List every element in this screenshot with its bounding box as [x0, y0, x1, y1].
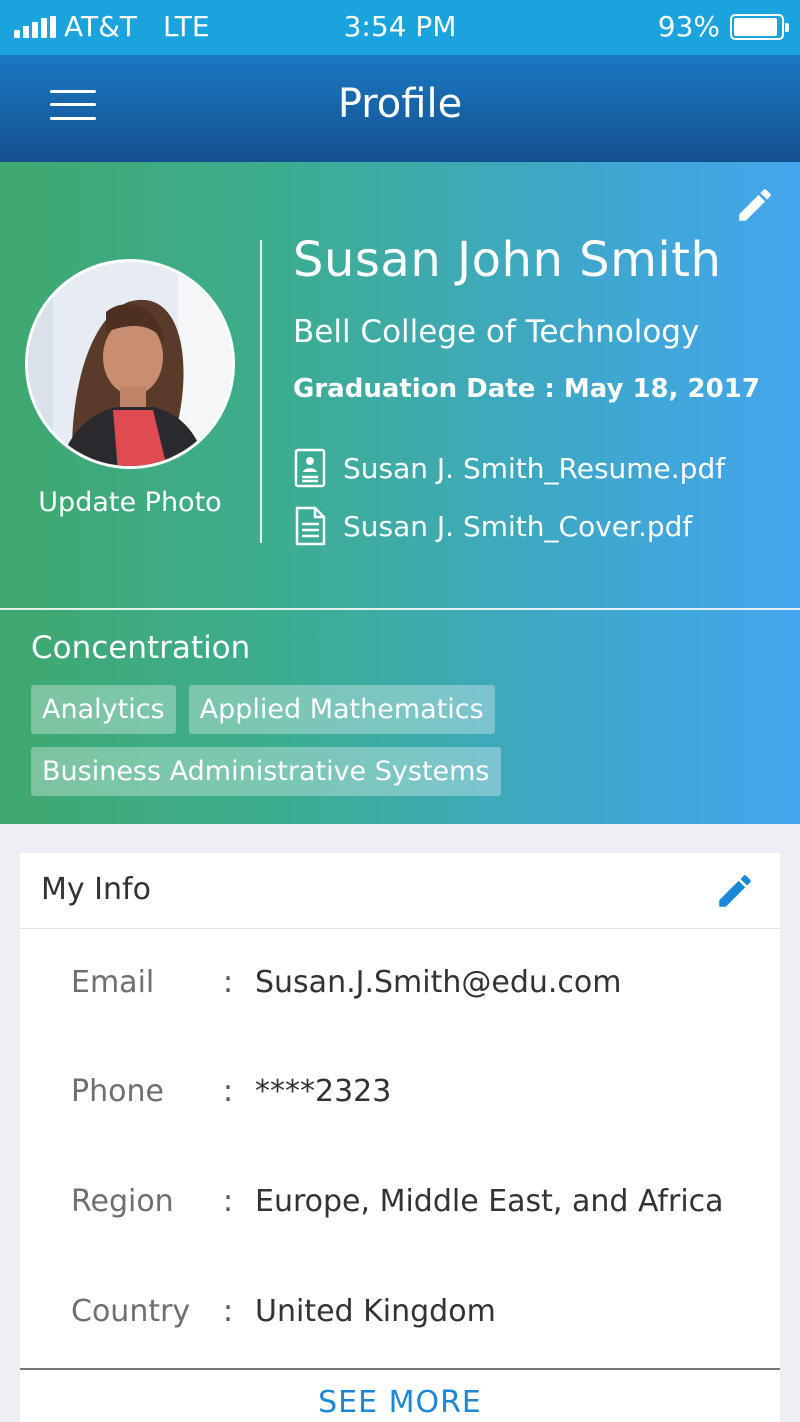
info-value: ****2323 [255, 1074, 392, 1109]
resume-file-link[interactable]: Susan J. Smith_Resume.pdf [293, 448, 725, 488]
nav-bar: Profile [0, 55, 800, 162]
resume-document-icon [294, 448, 326, 488]
battery-percent: 93% [657, 10, 720, 43]
info-value: Susan.J.Smith@edu.com [255, 965, 622, 1000]
status-bar: AT&T LTE 3:54 PM 93% [0, 0, 800, 55]
info-value: United Kingdom [255, 1294, 496, 1329]
profile-photo[interactable] [25, 259, 235, 469]
cover-file-name: Susan J. Smith_Cover.pdf [343, 509, 693, 543]
vertical-divider [260, 240, 262, 543]
concentration-tags: Analytics Applied Mathematics Business A… [31, 685, 591, 796]
page-title: Profile [337, 81, 463, 127]
update-photo-link[interactable]: Update Photo [20, 487, 240, 518]
graduation-date: Graduation Date : May 18, 2017 [293, 374, 760, 404]
cover-file-link[interactable]: Susan J. Smith_Cover.pdf [293, 506, 692, 546]
concentration-tag: Business Administrative Systems [31, 747, 501, 796]
my-info-card: My Info Email : Susan.J.Smith@edu.com Ph… [20, 853, 780, 1422]
document-icon [295, 506, 326, 546]
concentration-tag: Applied Mathematics [188, 685, 495, 734]
resume-file-name: Susan J. Smith_Resume.pdf [343, 451, 726, 485]
info-label: Country [71, 1294, 191, 1329]
profile-header: Update Photo Susan John Smith Bell Colle… [0, 162, 800, 824]
horizontal-divider [0, 608, 800, 610]
info-label: Region [71, 1184, 174, 1219]
edit-info-pencil-icon[interactable] [714, 870, 756, 912]
info-label: Email [71, 965, 155, 1000]
info-value: Europe, Middle East, and Africa [255, 1184, 724, 1219]
profile-name: Susan John Smith [293, 232, 722, 288]
divider [20, 1368, 780, 1370]
concentration-title: Concentration [31, 630, 251, 666]
concentration-tag: Analytics [31, 685, 176, 734]
profile-college: Bell College of Technology [293, 314, 700, 350]
battery-icon [730, 13, 789, 40]
info-label: Phone [71, 1074, 164, 1109]
card-title: My Info [41, 872, 151, 907]
see-more-button[interactable]: SEE MORE [20, 1385, 780, 1420]
edit-profile-pencil-icon[interactable] [734, 184, 776, 226]
battery-status: 93% [657, 10, 789, 43]
card-header: My Info [20, 853, 780, 929]
